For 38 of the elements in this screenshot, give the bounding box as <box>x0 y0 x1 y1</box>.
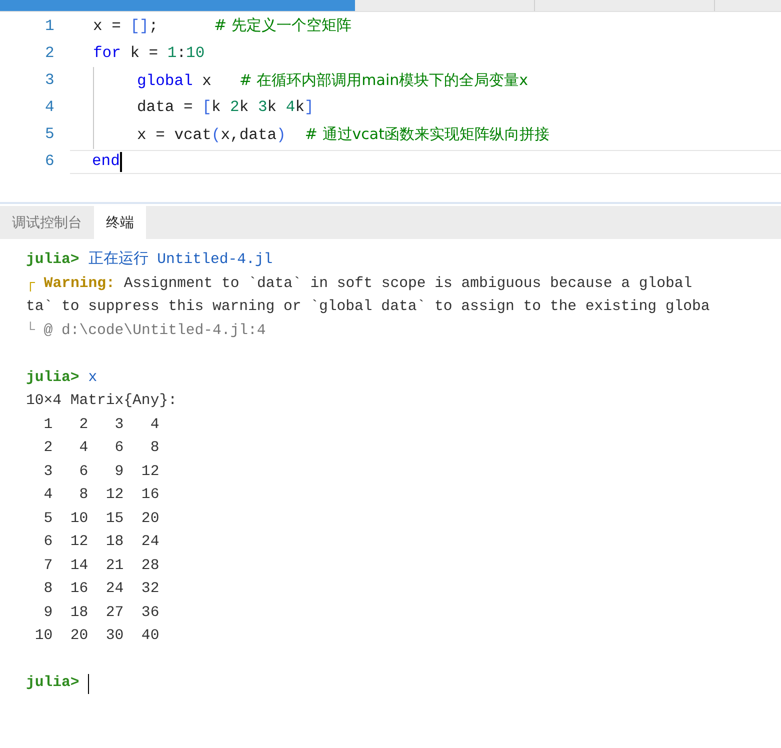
command-text: 正在运行 Untitled-4.jl <box>88 250 273 270</box>
warning-label: Warning: <box>44 274 115 294</box>
line-number: 1 <box>44 16 56 37</box>
editor-tab[interactable] <box>0 0 355 11</box>
text-cursor <box>120 152 122 172</box>
code-line: x = vcat(x,data) # 通过vcat函数来实现矩阵纵向拼接 <box>93 120 550 148</box>
output-line: 10 20 30 40 <box>34 627 160 646</box>
output-line: 7 14 21 28 <box>42 556 160 576</box>
output-line: 9 18 27 36 <box>42 604 160 622</box>
code-line: for k = 1:10 <box>93 42 205 64</box>
code-line: data = [k 2k 3k 4k] <box>93 94 314 121</box>
line-number: 3 <box>44 70 56 91</box>
output-line: Assignment to `data` in soft scope is ambiguous because a global <box>122 274 692 294</box>
line-number: 6 <box>44 150 56 172</box>
code-line: global x # 在循环内部调用main模块下的全局变量x <box>93 66 528 94</box>
prompt: julia> <box>26 674 80 693</box>
output-line: ta` to suppress this warning or `global data` to assign to the existing globa <box>26 298 710 317</box>
output-line: 8 16 24 32 <box>42 580 160 599</box>
panel-tab[interactable]: 调试控制台 <box>0 206 94 239</box>
panel-tab[interactable]: 终端 <box>94 206 146 239</box>
output-line: 5 10 15 20 <box>42 510 160 528</box>
bracket-mark: └ <box>26 320 35 340</box>
output-line: 4 8 12 16 <box>42 486 160 505</box>
prompt: julia> <box>26 368 80 388</box>
output-line: 10×4 Matrix{Any}: <box>26 392 177 411</box>
command-text: x <box>88 368 98 388</box>
line-number: 2 <box>44 42 56 64</box>
code-line: end <box>92 150 120 172</box>
line-number: 4 <box>44 96 56 118</box>
output-line: 2 4 6 8 <box>42 439 160 458</box>
bracket-mark: ┌ <box>26 274 35 294</box>
code-line: x = []; # 先定义一个空矩阵 <box>93 15 352 38</box>
prompt: julia> <box>26 251 80 270</box>
line-number: 5 <box>44 124 56 145</box>
output-line: 3 6 9 12 <box>42 462 160 482</box>
output-line: 6 12 18 24 <box>42 533 160 552</box>
output-line: @ d:\code\Untitled-4.jl:4 <box>42 322 266 340</box>
output-line: 1 2 3 4 <box>42 416 160 434</box>
